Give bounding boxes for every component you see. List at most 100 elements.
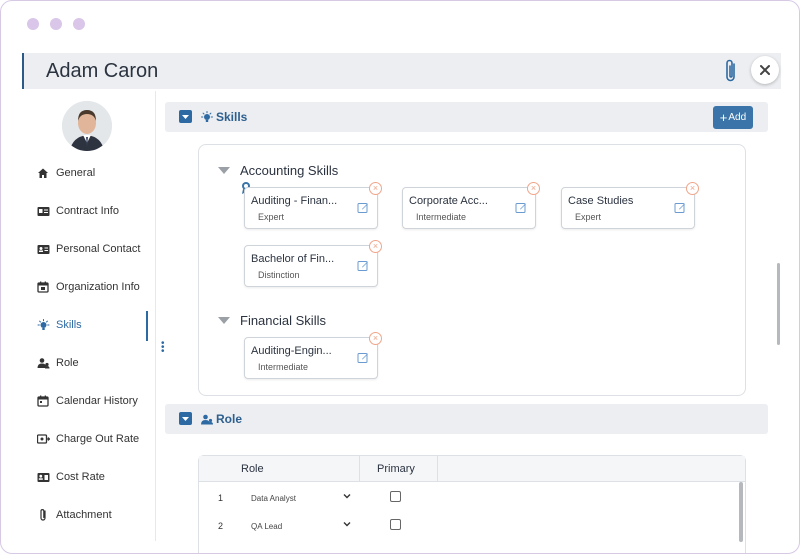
chevron-down-icon[interactable] (342, 519, 352, 529)
skill-level: Intermediate (258, 362, 309, 372)
role-select[interactable]: QA Lead (251, 522, 282, 531)
lightbulb-icon (201, 111, 213, 122)
column-divider (437, 456, 438, 482)
sidebar-item-calendar-history[interactable]: Calendar History (36, 391, 154, 411)
sidebar-item-cost-rate[interactable]: Cost Rate (36, 467, 154, 487)
paperclip-icon (36, 508, 50, 522)
sidebar-item-role[interactable]: Role (36, 353, 154, 373)
sidebar-item-label: Personal Contact (56, 243, 141, 255)
chevron-down-icon (182, 114, 189, 119)
home-icon (36, 166, 50, 180)
sidebar-item-organization-info[interactable]: Organization Info (36, 277, 154, 297)
sidebar-item-label: Contract Info (56, 205, 119, 217)
primary-checkbox[interactable] (390, 491, 401, 502)
add-label: Add (728, 112, 747, 123)
active-indicator (146, 311, 148, 341)
window-dot-minimize[interactable] (50, 18, 62, 30)
skill-name: Corporate Acc... (409, 195, 488, 207)
section-title: Skills (216, 110, 248, 124)
skill-name: Case Studies (568, 195, 634, 207)
plus-icon: + (719, 110, 728, 125)
remove-skill-button[interactable]: × (369, 182, 382, 195)
sidebar-item-personal-contact[interactable]: Personal Contact (36, 239, 154, 259)
window-dot-maximize[interactable] (73, 18, 85, 30)
sidebar-item-contract-info[interactable]: Contract Info (36, 201, 154, 221)
group-collapse-icon[interactable] (218, 167, 230, 174)
resize-handle-icon[interactable]: • • • (161, 339, 165, 357)
sidebar: General Contract Info Personal Contact O… (22, 91, 156, 541)
table-scrollbar-thumb[interactable] (739, 482, 743, 542)
chevron-down-icon (182, 416, 189, 421)
close-button[interactable] (751, 56, 779, 84)
skill-level: Expert (258, 212, 285, 222)
calendar-icon (36, 394, 50, 408)
scrollbar-thumb[interactable] (777, 263, 780, 345)
skill-name: Auditing - Finan... (251, 195, 338, 207)
edit-icon[interactable] (357, 352, 369, 364)
paperclip-icon[interactable] (721, 57, 741, 85)
sidebar-item-label: Calendar History (56, 395, 138, 407)
id-card-icon (36, 204, 50, 218)
close-icon: × (372, 241, 379, 251)
skill-card[interactable]: Corporate Acc... Intermediate × (402, 182, 540, 229)
sidebar-item-skills[interactable]: Skills (36, 315, 154, 335)
skill-name: Auditing-Engin... (251, 345, 332, 357)
remove-skill-button[interactable]: × (527, 182, 540, 195)
skill-name: Bachelor of Fin... (251, 253, 335, 265)
collapse-toggle-button[interactable] (179, 412, 192, 425)
lightbulb-icon (36, 318, 50, 332)
primary-checkbox[interactable] (390, 519, 401, 530)
record-header: Adam Caron (22, 53, 781, 89)
skill-card[interactable]: Auditing-Engin... Intermediate × (244, 332, 382, 379)
sidebar-item-charge-out-rate[interactable]: Charge Out Rate (36, 429, 154, 449)
add-skill-button[interactable]: + Add (713, 106, 753, 129)
collapse-toggle-button[interactable] (179, 110, 192, 123)
skill-group-title: Accounting Skills (240, 163, 339, 178)
cost-card-icon (36, 470, 50, 484)
skill-level: Intermediate (416, 212, 467, 222)
remove-skill-button[interactable]: × (369, 332, 382, 345)
skill-level: Distinction (258, 270, 300, 280)
page-title: Adam Caron (46, 60, 159, 82)
app-window: Adam Caron General Contract Info Persona… (0, 0, 800, 554)
column-header-role[interactable]: Role (241, 463, 264, 475)
sidebar-item-label: Skills (56, 319, 82, 331)
edit-icon[interactable] (515, 202, 527, 214)
close-icon (760, 65, 770, 75)
sidebar-item-label: General (56, 167, 96, 179)
remove-skill-button[interactable]: × (369, 240, 382, 253)
remove-skill-button[interactable]: × (686, 182, 699, 195)
money-out-icon (36, 432, 50, 446)
close-icon: × (530, 183, 537, 193)
people-icon (36, 356, 50, 370)
section-title: Role (216, 412, 243, 426)
skill-card[interactable]: Auditing - Finan... Expert × (244, 182, 382, 229)
avatar (62, 101, 112, 151)
sidebar-item-label: Charge Out Rate (56, 433, 140, 445)
skill-card[interactable]: Case Studies Expert × (561, 182, 699, 229)
sidebar-item-label: Organization Info (56, 281, 140, 293)
column-divider (359, 456, 360, 482)
sidebar-item-general[interactable]: General (36, 163, 154, 183)
sidebar-item-attachment[interactable]: Attachment (36, 505, 154, 525)
skill-card[interactable]: Bachelor of Fin... Distinction × (244, 240, 382, 287)
close-icon: × (372, 183, 379, 193)
table-header-row: Role Primary (199, 456, 745, 482)
chevron-down-icon[interactable] (342, 491, 352, 501)
contact-card-icon (36, 242, 50, 256)
edit-icon[interactable] (357, 260, 369, 272)
role-section-header: Role (165, 404, 768, 434)
calendar-org-icon (36, 280, 50, 294)
group-collapse-icon[interactable] (218, 317, 230, 324)
edit-icon[interactable] (357, 202, 369, 214)
close-icon: × (372, 333, 379, 343)
column-header-primary[interactable]: Primary (377, 463, 415, 475)
sidebar-item-label: Cost Rate (56, 471, 105, 483)
role-select[interactable]: Data Analyst (251, 494, 296, 503)
edit-icon[interactable] (674, 202, 686, 214)
sidebar-item-label: Attachment (56, 509, 112, 521)
skills-section-header: Skills + Add (165, 102, 768, 132)
skill-level: Expert (575, 212, 602, 222)
close-icon: × (689, 183, 696, 193)
window-dot-close[interactable] (27, 18, 39, 30)
